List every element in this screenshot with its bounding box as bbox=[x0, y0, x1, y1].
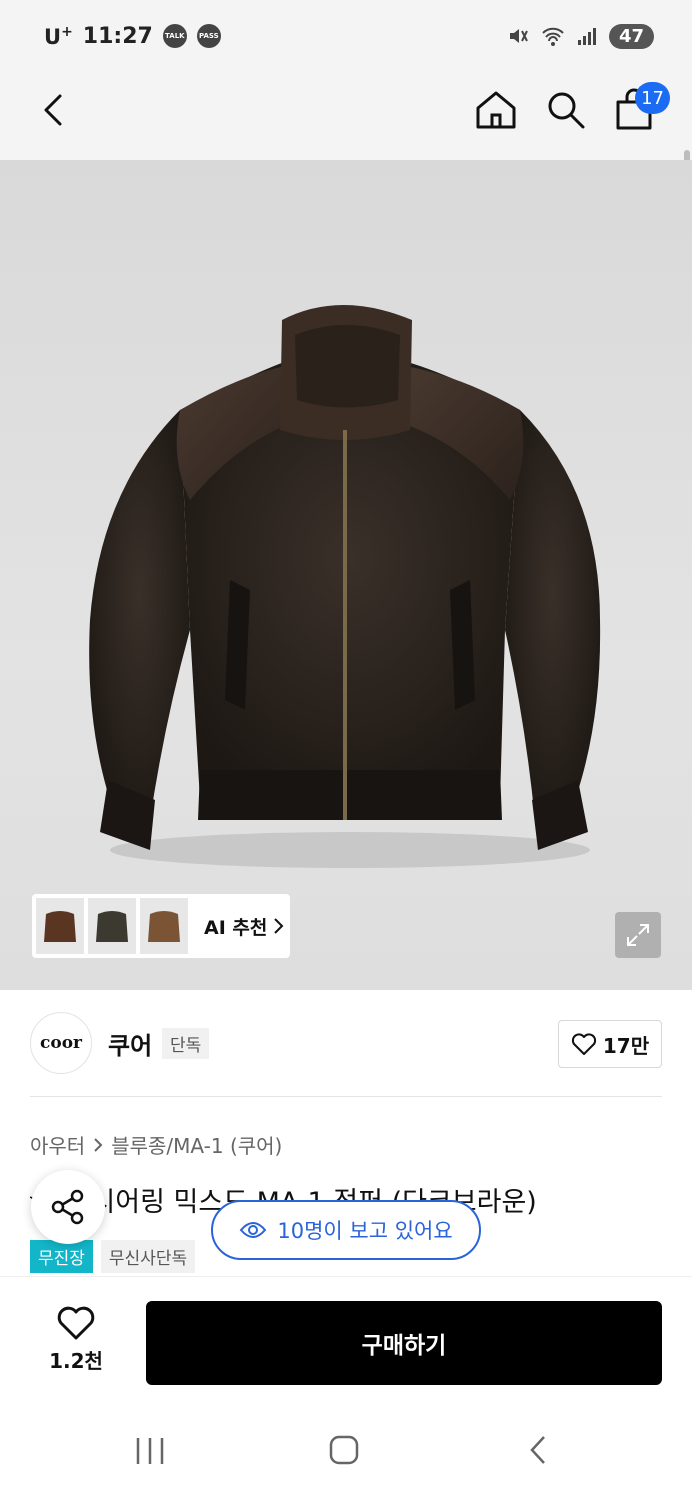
expand-button[interactable] bbox=[615, 912, 661, 958]
brand-like-count: 17만 bbox=[602, 1033, 650, 1058]
buy-button[interactable]: 구매하기 bbox=[146, 1301, 662, 1385]
system-nav-bar bbox=[0, 1396, 692, 1500]
bottom-action-bar: 1.2천 구매하기 bbox=[0, 1276, 692, 1396]
jacket-thumbnail-icon bbox=[148, 911, 180, 942]
heart-icon bbox=[571, 1033, 596, 1055]
brand-logo[interactable]: coor bbox=[30, 1012, 92, 1074]
back-icon[interactable] bbox=[36, 90, 76, 130]
jacket-thumbnail-icon bbox=[44, 911, 76, 942]
jacket-image bbox=[89, 305, 601, 868]
product-image[interactable]: AI 추천 bbox=[0, 160, 692, 990]
mute-icon bbox=[509, 29, 528, 43]
status-bar: U+ 11:27 TALK PASS 47 bbox=[0, 0, 692, 72]
brand-name[interactable]: 쿠어 bbox=[108, 1026, 152, 1061]
status-right: 47 bbox=[507, 23, 654, 49]
exclusive-tag: 단독 bbox=[162, 1028, 210, 1059]
ai-recommend-label: AI 추천 bbox=[204, 913, 285, 940]
divider bbox=[30, 1096, 662, 1097]
brand-like-button[interactable]: 17만 bbox=[558, 1020, 662, 1068]
share-icon bbox=[51, 1189, 84, 1225]
heart-icon bbox=[57, 1306, 95, 1340]
expand-icon bbox=[627, 924, 649, 946]
ai-recommend-chip[interactable]: AI 추천 bbox=[32, 894, 290, 958]
wishlist-count: 1.2천 bbox=[49, 1349, 103, 1373]
tag-musinsa-standard: 무진장 bbox=[30, 1240, 93, 1273]
breadcrumb-item-outer[interactable]: 아우터 bbox=[30, 1130, 85, 1159]
battery-indicator: 47 bbox=[608, 23, 654, 49]
top-nav: 17 bbox=[0, 72, 692, 250]
chevron-right-icon bbox=[94, 1137, 103, 1152]
tag-musinsa-exclusive: 무신사단독 bbox=[100, 1240, 196, 1273]
back-nav-icon[interactable] bbox=[524, 1434, 552, 1466]
share-button[interactable] bbox=[31, 1170, 105, 1244]
signal-icon bbox=[577, 28, 596, 45]
cart-count-badge: 17 bbox=[635, 82, 670, 114]
talk-badge-icon: TALK bbox=[162, 24, 187, 48]
recents-icon[interactable] bbox=[134, 1436, 166, 1466]
viewers-text: 10명이 보고 있어요 bbox=[277, 1219, 453, 1243]
breadcrumb: 아우터 블루종/MA-1 (쿠어) bbox=[30, 1130, 282, 1159]
brand-row: coor 쿠어 단독 17만 bbox=[0, 990, 692, 1096]
ai-thumbnail bbox=[36, 898, 84, 954]
home-icon[interactable] bbox=[474, 88, 518, 132]
search-icon[interactable] bbox=[544, 88, 588, 132]
tag-row: 무진장 무신사단독 bbox=[30, 1240, 196, 1273]
pass-badge-icon: PASS bbox=[196, 24, 221, 48]
eye-icon bbox=[240, 1222, 267, 1238]
viewers-indicator: 10명이 보고 있어요 bbox=[211, 1200, 481, 1260]
wifi-icon bbox=[542, 27, 564, 46]
ai-thumbnail bbox=[88, 898, 136, 954]
home-nav-icon[interactable] bbox=[328, 1434, 360, 1466]
carrier: U+ bbox=[44, 23, 73, 49]
clock: 11:27 bbox=[82, 23, 153, 49]
cart-button[interactable]: 17 bbox=[612, 82, 670, 132]
breadcrumb-item-category[interactable]: 블루종/MA-1 (쿠어) bbox=[111, 1130, 282, 1159]
status-left: U+ 11:27 TALK PASS bbox=[44, 24, 221, 49]
chevron-right-icon bbox=[274, 918, 284, 934]
wishlist-button[interactable]: 1.2천 bbox=[40, 1305, 112, 1375]
ai-thumbnail bbox=[140, 898, 188, 954]
jacket-thumbnail-icon bbox=[96, 911, 128, 942]
